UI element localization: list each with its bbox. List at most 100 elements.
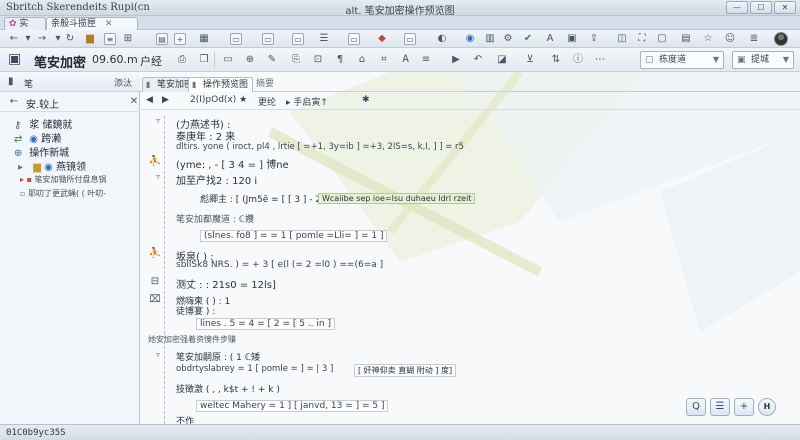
collapse-icon[interactable]: ▿ bbox=[156, 172, 160, 181]
option-dropdown[interactable]: ▣ 提城 ▼ bbox=[732, 51, 794, 69]
outline-row[interactable]: 技徴激 ( , , k$t + ! + k ) bbox=[176, 382, 280, 395]
align-icon[interactable]: ≡ bbox=[420, 54, 432, 66]
text-icon[interactable]: Ꭺ bbox=[400, 54, 412, 66]
copy-icon[interactable]: ❐ bbox=[198, 54, 210, 66]
star-icon[interactable]: ☆ bbox=[702, 33, 714, 45]
back-icon[interactable]: ← bbox=[8, 33, 20, 45]
sidebar-item[interactable]: ⚷ 浆 储鏡就 bbox=[14, 116, 72, 131]
nav-back-icon[interactable]: ← bbox=[8, 96, 20, 108]
color-wheel-icon[interactable]: ◐ bbox=[436, 33, 448, 45]
outline-row[interactable]: ▿ 加至产找2 : 120 i bbox=[156, 172, 257, 187]
layers-icon[interactable]: ▤ bbox=[680, 33, 692, 45]
list-icon[interactable]: ⊞ bbox=[122, 33, 134, 45]
window-icon[interactable]: ▢ bbox=[656, 33, 668, 45]
sidebar-subitem[interactable]: ▫ 耶叨了更武蝇( ( 叶叨- bbox=[20, 188, 106, 200]
highlight-icon[interactable]: ◪ bbox=[496, 54, 508, 66]
image-icon[interactable]: ▣ bbox=[566, 33, 578, 45]
outline-row[interactable]: weltec Mahery = 1 ] [ janvd, 13 = ] = 5 … bbox=[196, 400, 389, 412]
doc-icon[interactable]: ▤ bbox=[156, 33, 168, 45]
settings-icon[interactable]: ⚙ bbox=[502, 33, 514, 45]
bookmark-icon[interactable]: ◆ bbox=[376, 33, 388, 45]
page3-icon[interactable]: ▭ bbox=[262, 33, 274, 45]
filter-icon[interactable]: ⊻ bbox=[524, 54, 536, 66]
minimize-button[interactable]: — bbox=[726, 1, 748, 14]
menu-icon[interactable]: ≣ bbox=[748, 33, 760, 45]
forward-dropdown-icon[interactable]: ▾ bbox=[52, 33, 64, 45]
star-icon[interactable]: ✱ bbox=[362, 95, 370, 105]
share-icon[interactable]: ⇪ bbox=[588, 33, 600, 45]
outline-row-highlight[interactable]: [ 奸神仰卖 直蝴 附动 ] 度] bbox=[354, 364, 457, 377]
tab-editor-3[interactable]: 摘要 bbox=[252, 77, 278, 92]
sidebar-subitem[interactable]: ▸ ▪ 笔安加锄所付盘息锅 bbox=[20, 174, 107, 186]
close-button[interactable]: ✕ bbox=[774, 1, 796, 14]
next-icon[interactable]: ▶ bbox=[162, 95, 169, 105]
new-doc-icon[interactable]: + bbox=[174, 33, 186, 45]
page5-icon[interactable]: ▭ bbox=[348, 33, 360, 45]
maximize-button[interactable]: ☐ bbox=[750, 1, 772, 14]
avatar-icon[interactable] bbox=[774, 32, 788, 46]
sort-icon[interactable]: ⇅ bbox=[550, 54, 562, 66]
add-button[interactable]: + bbox=[734, 398, 754, 416]
editor-option[interactable]: ▸ 手启寅↑ bbox=[286, 95, 328, 108]
forward-icon[interactable]: → bbox=[36, 33, 48, 45]
list-button[interactable]: ☰ bbox=[710, 398, 730, 416]
sidebar-item[interactable]: ▸ ▆ ◉ 燕镜领 bbox=[18, 158, 86, 173]
outline-row[interactable]: 不作 bbox=[176, 414, 194, 424]
page4-icon[interactable]: ▭ bbox=[292, 33, 304, 45]
collapse-icon[interactable]: ▿ bbox=[156, 350, 160, 359]
outline-row[interactable]: 泰庚年 : 2 来 bbox=[176, 128, 235, 143]
help-button[interactable]: H bbox=[758, 398, 776, 416]
check-icon[interactable]: ✔ bbox=[522, 33, 534, 45]
grid-icon[interactable]: ▦ bbox=[198, 33, 210, 45]
table-icon[interactable]: ▥ bbox=[484, 33, 496, 45]
outline-row[interactable]: lines . 5 = 4 = [ 2 = [ 5 .. in ] bbox=[196, 318, 335, 330]
outline-row[interactable]: ⛹ (yme: , - [ 3 4 = ] 博ne bbox=[149, 156, 289, 171]
zoom-icon[interactable]: ⊕ bbox=[244, 54, 256, 66]
paste-icon[interactable]: ▭ bbox=[222, 54, 234, 66]
sidebar-item[interactable]: ⊕ 操作新城 bbox=[14, 144, 69, 159]
globe-icon[interactable]: ◉ bbox=[464, 33, 476, 45]
format-icon[interactable]: ¶ bbox=[334, 54, 346, 66]
edit-icon[interactable]: ✎ bbox=[266, 54, 278, 66]
print-icon[interactable]: ⎙ bbox=[176, 54, 188, 66]
clip-icon[interactable]: ⌗ bbox=[378, 54, 390, 66]
outline-row[interactable]: ▿ 笔安加嗣原 : ( 1 ℂ矮 bbox=[156, 350, 260, 363]
outline-row[interactable]: obdrtyslabrey = 1 [ pomle = ] = | 3 ] bbox=[176, 364, 333, 374]
outline-row[interactable]: 徒博宴 ) : bbox=[176, 304, 215, 317]
search-button[interactable]: Q bbox=[686, 398, 706, 416]
filter-dropdown[interactable]: ▢ 栋度道 ▼ bbox=[640, 51, 724, 69]
tab-first[interactable]: ✿ 实 bbox=[4, 17, 46, 30]
undo-icon[interactable]: ↶ bbox=[472, 54, 484, 66]
tag-icon[interactable]: ⌂ bbox=[356, 54, 368, 66]
outline-row[interactable]: dltirs. yone ( iroct, pl4 , lrtie [ =+1,… bbox=[176, 142, 464, 152]
close-icon[interactable]: ✕ bbox=[128, 96, 140, 108]
tab-editor-2[interactable]: ▮ 操作预览图 bbox=[188, 77, 254, 92]
prev-icon[interactable]: ◀ bbox=[146, 95, 153, 105]
run-icon[interactable]: ▶ bbox=[450, 54, 462, 66]
layout-icon[interactable]: ◫ bbox=[616, 33, 628, 45]
sidebar-header-right[interactable]: 添汰 bbox=[114, 76, 132, 89]
outline-row[interactable]: sbllSk8 NRS. ) = + 3 [ e(l (= 2 =l0 ) ==… bbox=[176, 260, 383, 270]
outline-row[interactable]: 她安加密强着资懊件步赚 bbox=[148, 334, 236, 345]
refresh-icon[interactable]: ↻ bbox=[64, 33, 76, 45]
attach-icon[interactable]: ⎘ bbox=[290, 54, 302, 66]
page6-icon[interactable]: ▭ bbox=[404, 33, 416, 45]
more-icon[interactable]: ⋯ bbox=[594, 54, 606, 66]
page-icon[interactable]: ≡ bbox=[104, 33, 116, 45]
outline-row-highlight[interactable]: Wcaiibe sep ioe=lsu duhaeu ldrl rzeit bbox=[318, 193, 476, 204]
user-icon[interactable]: ☺ bbox=[724, 33, 736, 45]
font-icon[interactable]: A bbox=[544, 33, 556, 45]
tab-close-icon[interactable]: ✕ bbox=[105, 19, 113, 29]
back-dropdown-icon[interactable]: ▾ bbox=[22, 33, 34, 45]
info-icon[interactable]: ⓘ bbox=[572, 54, 584, 66]
lock-icon[interactable]: ⊡ bbox=[312, 54, 324, 66]
sidebar-item[interactable]: ⇄ ◉ 跨濑 bbox=[14, 130, 61, 145]
lines-icon[interactable]: ☰ bbox=[318, 33, 330, 45]
outline-row[interactable]: ⊟ 测丈 : : 21s0 = 12ls] bbox=[151, 276, 276, 291]
fullscreen-icon[interactable]: ⛶ bbox=[636, 33, 648, 45]
editor-mode[interactable]: 更纶 bbox=[258, 95, 276, 108]
editor-path[interactable]: 2(I)pOd(x) ★ bbox=[190, 95, 247, 105]
folder-icon[interactable]: ▆ bbox=[84, 33, 96, 45]
outline-row[interactable]: (slnes. fo8 ] = = 1 [ pomle =Lli= ] = 1 … bbox=[200, 230, 388, 242]
collapse-icon[interactable]: ▿ bbox=[156, 116, 160, 125]
